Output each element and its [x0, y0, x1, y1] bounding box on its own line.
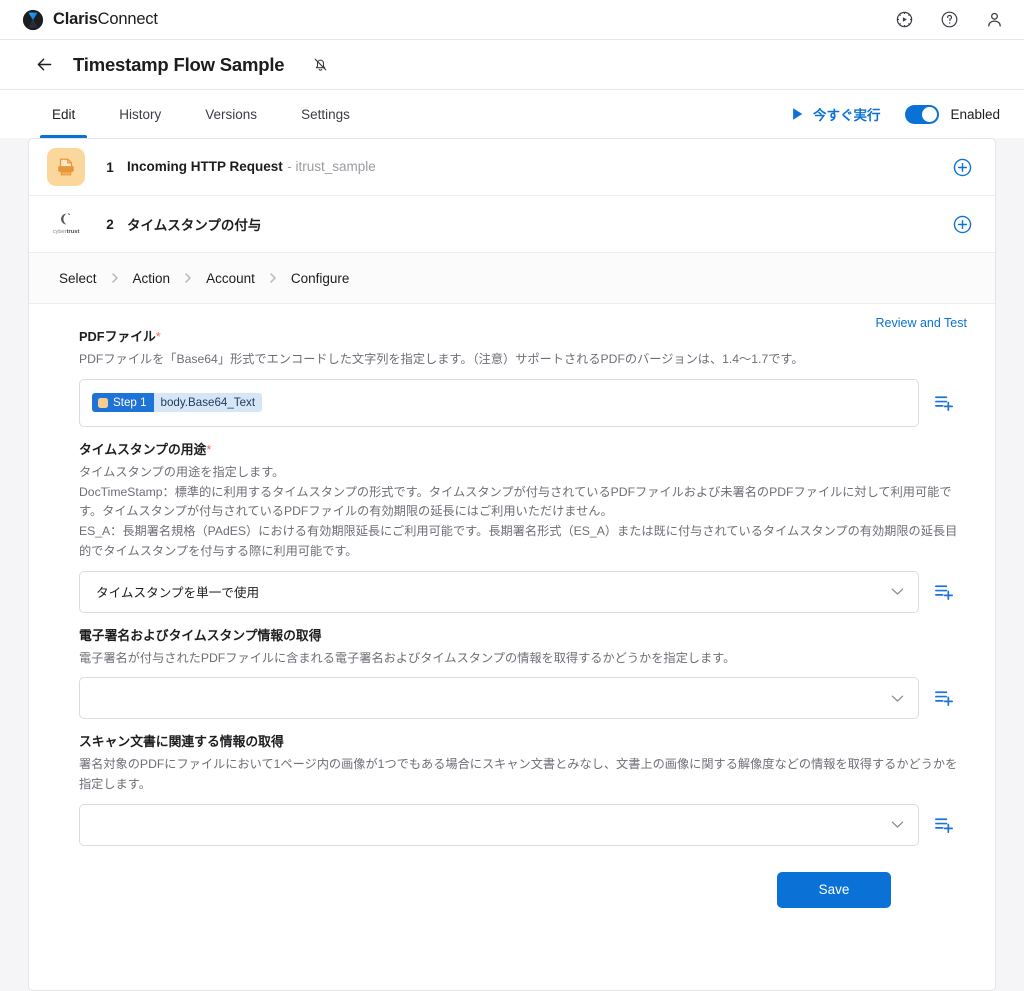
breadcrumb-item-account[interactable]: Account [206, 271, 255, 286]
run-now-button[interactable]: 今すぐ実行 [791, 104, 881, 124]
required-asterisk: * [155, 329, 161, 344]
flow-step-row[interactable]: HTTP 1 Incoming HTTP Request - itrust_sa… [29, 139, 995, 196]
step-name: タイムスタンプの付与 [127, 217, 262, 233]
review-and-test-link[interactable]: Review and Test [876, 316, 968, 330]
step-color-dot [98, 397, 108, 408]
page-title: Timestamp Flow Sample [73, 53, 285, 75]
plus-circle-icon[interactable] [952, 214, 973, 235]
token-value-label: body.Base64_Text [153, 393, 263, 413]
bell-muted-icon[interactable] [312, 56, 329, 73]
user-account-icon[interactable] [985, 10, 1004, 29]
field-control-row: Step 1 body.Base64_Text [79, 378, 969, 427]
breadcrumb: Select Action Account Configure [29, 253, 995, 304]
run-now-label: 今すぐ実行 [812, 108, 881, 123]
svg-text:HTTP: HTTP [61, 166, 72, 171]
play-triangle-icon [793, 108, 803, 120]
scanned-doc-info-select[interactable] [79, 803, 919, 846]
enabled-label: Enabled [950, 106, 1000, 122]
tab-edit[interactable]: Edit [30, 90, 97, 138]
pdf-file-input[interactable]: Step 1 body.Base64_Text [79, 378, 919, 427]
breadcrumb-item-select[interactable]: Select [59, 271, 97, 286]
step-title-group: タイムスタンプの付与 [127, 214, 261, 235]
field-label-text: スキャン文書に関連する情報の取得 [79, 734, 284, 750]
field-description: 署名対象のPDFにファイルにおいて1ページ内の画像が1つでもある場合にスキャン文… [79, 757, 958, 792]
field-pdf-file: PDFファイル* PDFファイルを「Base64」形式でエンコードした文字列を指… [51, 326, 969, 427]
insert-field-icon[interactable] [919, 677, 969, 719]
http-request-icon: HTTP [47, 148, 85, 186]
configure-form: Review and Test PDFファイル* PDFファイルを「Base64… [29, 304, 995, 908]
field-label: 電子署名およびタイムスタンプ情報の取得 [79, 625, 969, 644]
field-control-row [79, 677, 969, 720]
field-label: PDFファイル* [79, 326, 969, 345]
field-label-text: タイムスタンプの用途 [79, 441, 207, 457]
breadcrumb-item-configure[interactable]: Configure [291, 271, 350, 286]
brand-name-bold: Claris [53, 10, 98, 28]
tab-settings[interactable]: Settings [279, 90, 372, 138]
select-value: タイムスタンプを単一で使用 [96, 586, 260, 601]
step-title-group: Incoming HTTP Request - itrust_sample [127, 158, 376, 176]
variable-token[interactable]: Step 1 body.Base64_Text [92, 393, 263, 413]
app-header: ClarisConnect [0, 0, 1024, 40]
tab-history-label: History [119, 106, 162, 122]
brand-logo-group[interactable]: ClarisConnect [22, 9, 158, 31]
svg-text:cybertrust: cybertrust [53, 229, 80, 235]
chevron-down-icon [891, 820, 904, 829]
step-name: Incoming HTTP Request [127, 159, 283, 174]
chevron-right-icon [183, 272, 193, 284]
flow-title-bar: Timestamp Flow Sample [0, 40, 1024, 90]
field-description: タイムスタンプの用途を指定します。 DocTimeStamp：標準的に利用するタ… [79, 464, 958, 558]
save-button[interactable]: Save [777, 871, 891, 908]
automation-gear-icon[interactable] [895, 10, 914, 29]
tab-edit-label: Edit [52, 106, 76, 122]
required-asterisk: * [206, 441, 212, 457]
claris-logo-icon [22, 9, 44, 30]
insert-field-icon[interactable] [919, 379, 969, 427]
tab-history[interactable]: History [97, 90, 183, 138]
chevron-right-icon [110, 272, 120, 284]
flow-editor-card: HTTP 1 Incoming HTTP Request - itrust_sa… [28, 138, 996, 991]
app-header-icons [895, 10, 1004, 29]
insert-field-icon[interactable] [919, 571, 969, 613]
field-control-row: タイムスタンプを単一で使用 [79, 570, 969, 613]
field-timestamp-usage: タイムスタンプの用途* タイムスタンプの用途を指定します。 DocTimeSta… [51, 439, 969, 613]
tab-settings-label: Settings [301, 106, 350, 122]
field-label: タイムスタンプの用途* [79, 439, 969, 458]
flow-step-row[interactable]: cybertrust 2 タイムスタンプの付与 [29, 196, 995, 253]
toggle-knob [922, 106, 938, 122]
field-label: スキャン文書に関連する情報の取得 [79, 731, 969, 750]
field-label-text: 電子署名およびタイムスタンプ情報の取得 [79, 627, 322, 643]
field-description: PDFファイルを「Base64」形式でエンコードした文字列を指定します。（注意）… [79, 352, 804, 366]
timestamp-usage-select[interactable]: タイムスタンプを単一で使用 [79, 570, 919, 613]
tab-versions-label: Versions [205, 106, 258, 122]
page-body: HTTP 1 Incoming HTTP Request - itrust_sa… [0, 138, 1024, 991]
brand-name-light: Connect [97, 10, 158, 28]
cybertrust-logo-icon: cybertrust [47, 205, 85, 243]
token-step-part: Step 1 [92, 393, 154, 413]
back-arrow-icon[interactable] [34, 54, 55, 75]
step-subtitle: - itrust_sample [287, 159, 376, 174]
field-label-text: PDFファイル [79, 329, 156, 344]
token-step-label: Step 1 [113, 396, 147, 410]
step-number: 2 [106, 216, 114, 232]
step-number: 1 [106, 159, 114, 175]
flow-tabs: Edit History Versions Settings [30, 90, 372, 138]
chevron-right-icon [268, 272, 278, 284]
insert-field-icon[interactable] [919, 804, 969, 846]
signature-info-select[interactable] [79, 677, 919, 720]
breadcrumb-item-action[interactable]: Action [133, 271, 171, 286]
chevron-down-icon [891, 587, 904, 596]
help-question-icon[interactable] [940, 10, 959, 29]
enabled-toggle[interactable] [905, 104, 940, 124]
chevron-down-icon [891, 694, 904, 703]
brand-name: ClarisConnect [53, 10, 158, 29]
field-scanned-doc-info: スキャン文書に関連する情報の取得 署名対象のPDFにファイルにおいて1ページ内の… [51, 731, 969, 846]
plus-circle-icon[interactable] [952, 157, 973, 178]
field-description: 電子署名が付与されたPDFファイルに含まれる電子署名およびタイムスタンプの情報を… [79, 650, 736, 665]
field-control-row [79, 803, 969, 846]
field-signature-info: 電子署名およびタイムスタンプ情報の取得 電子署名が付与されたPDFファイルに含ま… [51, 625, 969, 720]
flow-tabs-bar: Edit History Versions Settings 今すぐ実行 Ena… [0, 90, 1024, 138]
tab-versions[interactable]: Versions [183, 90, 279, 138]
form-footer: Save [51, 871, 891, 908]
run-controls: 今すぐ実行 Enabled [791, 90, 1000, 138]
